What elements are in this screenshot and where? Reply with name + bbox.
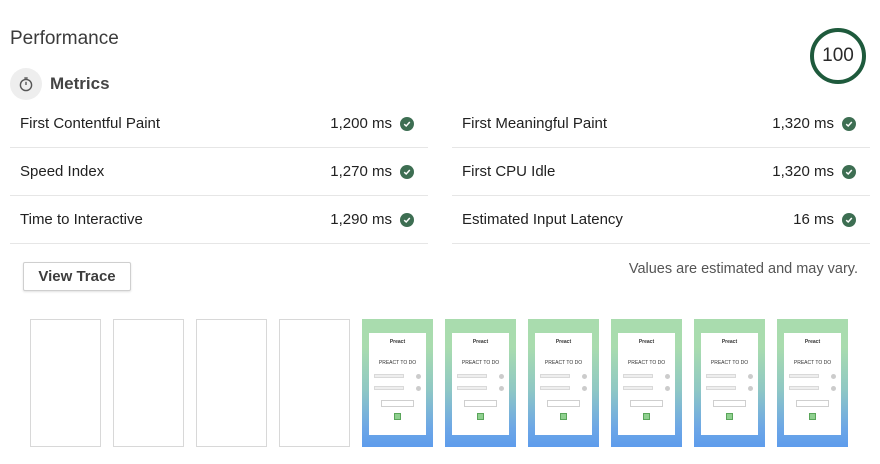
todo-item [457, 385, 504, 391]
filmstrip-frame: Preact PREACT TO DO [611, 319, 682, 447]
filmstrip-frame [279, 319, 350, 447]
filmstrip-frame: Preact PREACT TO DO [445, 319, 516, 447]
app-title: Preact [472, 339, 489, 345]
todo-item [706, 373, 753, 379]
metric-value: 1,200 ms [330, 115, 392, 132]
todo-input [796, 400, 829, 407]
performance-score-gauge: 100 [810, 28, 866, 84]
app-title: Preact [804, 339, 821, 345]
filmstrip-frame [196, 319, 267, 447]
metric-label: Speed Index [20, 163, 105, 180]
metric-row: First Contentful Paint 1,200 ms [10, 100, 428, 148]
add-button [726, 413, 733, 420]
pass-check-icon [842, 164, 856, 179]
stopwatch-icon [10, 68, 42, 100]
todo-item [789, 385, 836, 391]
filmstrip-frame [30, 319, 101, 447]
metric-value: 1,320 ms [772, 163, 834, 180]
app-preview: Preact PREACT TO DO [452, 333, 509, 435]
metric-label: Time to Interactive [20, 211, 143, 228]
metric-label: First CPU Idle [462, 163, 556, 180]
metric-label: First Contentful Paint [20, 115, 161, 132]
todo-input [630, 400, 663, 407]
filmstrip-frame: Preact PREACT TO DO [362, 319, 433, 447]
metric-row: Time to Interactive 1,290 ms [10, 196, 428, 244]
todo-item [457, 373, 504, 379]
metric-label: First Meaningful Paint [462, 115, 608, 132]
add-button [477, 413, 484, 420]
pass-check-icon [842, 212, 856, 227]
app-title: Preact [389, 339, 406, 345]
metrics-header: Metrics [10, 68, 110, 100]
app-title: Preact [721, 339, 738, 345]
pass-check-icon [400, 116, 414, 131]
pass-check-icon [400, 212, 414, 227]
add-button [394, 413, 401, 420]
metric-value: 1,290 ms [330, 211, 392, 228]
section-title: Performance [10, 28, 119, 49]
pass-check-icon [400, 164, 414, 179]
app-preview: Preact PREACT TO DO [701, 333, 758, 435]
app-preview: Preact PREACT TO DO [369, 333, 426, 435]
metric-row: Speed Index 1,270 ms [10, 148, 428, 196]
metric-value: 1,270 ms [330, 163, 392, 180]
todo-input [713, 400, 746, 407]
todo-item [623, 385, 670, 391]
app-heading: PREACT TO DO [710, 360, 749, 366]
metric-label: Estimated Input Latency [462, 211, 623, 228]
app-title: Preact [638, 339, 655, 345]
add-button [809, 413, 816, 420]
app-heading: PREACT TO DO [793, 360, 832, 366]
metric-value: 16 ms [793, 211, 834, 228]
metrics-grid: First Contentful Paint 1,200 ms First Me… [10, 100, 870, 244]
filmstrip-frame: Preact PREACT TO DO [694, 319, 765, 447]
filmstrip-frame: Preact PREACT TO DO [528, 319, 599, 447]
app-heading: PREACT TO DO [378, 360, 417, 366]
add-button [643, 413, 650, 420]
app-title: Preact [555, 339, 572, 345]
view-trace-button[interactable]: View Trace [23, 262, 131, 291]
estimate-note: Values are estimated and may vary. [628, 261, 858, 277]
filmstrip-frame [113, 319, 184, 447]
todo-item [789, 373, 836, 379]
todo-item [540, 385, 587, 391]
metric-value: 1,320 ms [772, 115, 834, 132]
todo-item [706, 385, 753, 391]
app-heading: PREACT TO DO [544, 360, 583, 366]
metric-row: First CPU Idle 1,320 ms [452, 148, 870, 196]
score-value: 100 [822, 45, 854, 66]
metric-row: Estimated Input Latency 16 ms [452, 196, 870, 244]
add-button [560, 413, 567, 420]
todo-input [547, 400, 580, 407]
todo-input [464, 400, 497, 407]
metric-row: First Meaningful Paint 1,320 ms [452, 100, 870, 148]
todo-item [374, 373, 421, 379]
app-heading: PREACT TO DO [461, 360, 500, 366]
metrics-title: Metrics [50, 74, 110, 93]
filmstrip-frame: Preact PREACT TO DO [777, 319, 848, 447]
app-preview: Preact PREACT TO DO [618, 333, 675, 435]
todo-item [623, 373, 670, 379]
todo-item [540, 373, 587, 379]
app-preview: Preact PREACT TO DO [535, 333, 592, 435]
app-preview: Preact PREACT TO DO [784, 333, 841, 435]
app-heading: PREACT TO DO [627, 360, 666, 366]
pass-check-icon [842, 116, 856, 131]
todo-item [374, 385, 421, 391]
todo-input [381, 400, 414, 407]
